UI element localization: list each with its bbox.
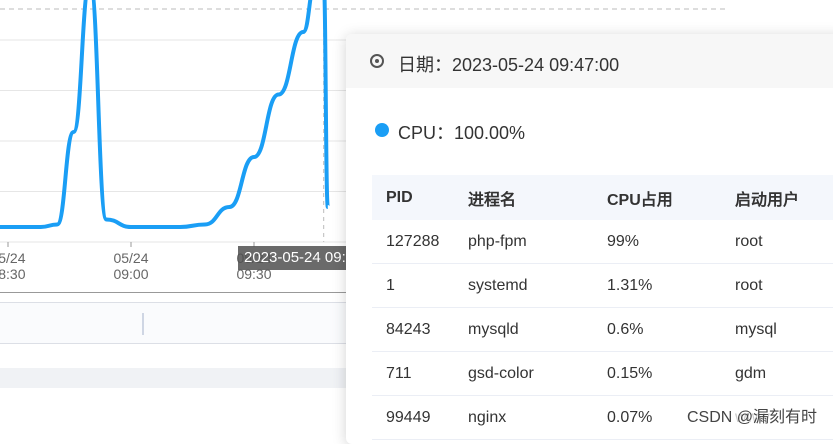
cell-process: systemd [454,263,593,308]
cell-user: mysql [721,307,833,352]
cell-user: gdm [721,351,833,396]
cell-process: nginx [454,395,593,440]
zoom-slider-handle[interactable] [142,313,144,335]
tooltip-date: 日期：2023-05-24 09:47:00 [398,55,620,75]
cell-user: root [721,263,833,308]
tooltip-header: 日期：2023-05-24 09:47:00 [346,34,833,88]
cell-cpu: 0.15% [593,351,721,396]
column-header-process: 进程名 [454,175,593,220]
series-dot-icon [375,123,389,137]
cell-cpu: 0.6% [593,307,721,352]
cell-process: php-fpm [454,220,593,264]
x-tick-label: 05/24 09:00 [113,250,149,282]
cell-pid: 711 [372,351,454,396]
zoom-slider[interactable] [0,302,350,344]
column-header-cpu: CPU占用 [593,175,721,220]
table-row: 127288 php-fpm 99% root [372,220,833,264]
column-header-user: 启动用户 [721,175,833,220]
cell-pid: 127288 [372,220,454,264]
cell-pid: 1 [372,263,454,308]
chart-tooltip: 日期：2023-05-24 09:47:00 CPU：100.00% PID 进… [346,34,833,444]
cell-pid: 84243 [372,307,454,352]
cell-process: mysqld [454,307,593,352]
clock-icon [370,54,384,68]
column-header-pid: PID [372,175,454,220]
cell-process: gsd-color [454,351,593,396]
cpu-series-line [0,0,330,229]
watermark: CSDN @漏刻有时 [684,402,819,428]
table-row: 1 systemd 1.31% root [372,263,833,308]
cell-cpu: 1.31% [593,263,721,308]
cell-pid: 99449 [372,395,454,440]
cell-user: root [721,220,833,264]
table-row: 84243 mysqld 0.6% mysql [372,307,833,352]
cell-cpu: 99% [593,220,721,264]
scrollbar-track[interactable] [0,368,350,388]
process-table: PID 进程名 CPU占用 启动用户 127288 php-fpm 99% ro… [372,175,833,440]
table-row: 711 gsd-color 0.15% gdm [372,351,833,396]
table-header-row: PID 进程名 CPU占用 启动用户 [372,175,833,220]
x-tick-label: 05/2408:30 [0,250,26,282]
tooltip-cpu-value: CPU：100.00% [398,123,526,143]
